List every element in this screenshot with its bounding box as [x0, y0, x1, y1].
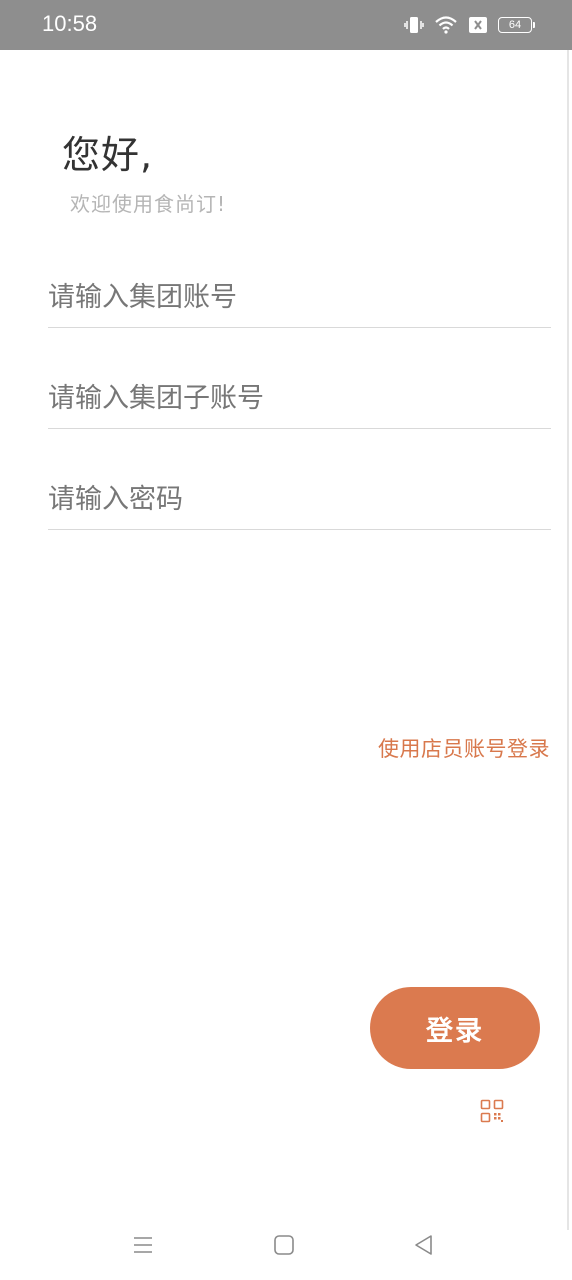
greeting-title: 您好,	[62, 133, 154, 177]
password-input[interactable]	[48, 470, 551, 529]
status-icons: 64	[404, 13, 535, 37]
password-field	[48, 470, 551, 530]
sub-account-field	[48, 369, 551, 429]
group-account-field	[48, 268, 551, 328]
qr-code-icon[interactable]	[480, 1099, 504, 1123]
wifi-icon	[435, 16, 457, 34]
staff-login-link[interactable]: 使用店员账号登录	[378, 733, 550, 763]
battery-icon: 64	[498, 17, 535, 33]
login-screen: 10:58 64 您好, 欢迎使用食尚订! 请输入集团账号 请输入集团子账号 使…	[0, 0, 572, 1280]
login-button[interactable]: 登录	[370, 987, 540, 1069]
menu-icon[interactable]	[129, 1231, 157, 1259]
sim-blocked-icon	[469, 17, 487, 33]
vibrate-icon	[404, 17, 424, 33]
navigation-bar	[0, 1215, 572, 1275]
home-icon[interactable]	[270, 1231, 298, 1259]
battery-level: 64	[508, 19, 522, 31]
greeting-subtitle: 欢迎使用食尚订!	[70, 192, 227, 216]
scroll-edge	[567, 50, 569, 1230]
group-account-input[interactable]	[48, 268, 551, 327]
back-icon[interactable]	[410, 1231, 438, 1259]
sub-account-input[interactable]	[48, 369, 551, 428]
status-bar: 10:58 64	[0, 0, 572, 50]
status-time: 10:58	[42, 11, 98, 36]
